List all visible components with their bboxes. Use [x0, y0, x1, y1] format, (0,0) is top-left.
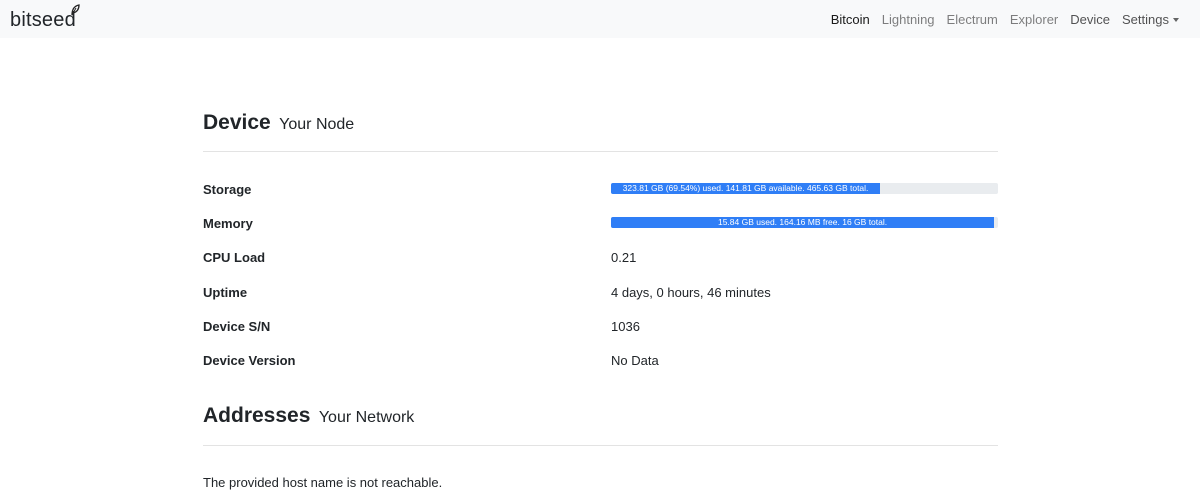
brand-logo[interactable]: bitseed: [10, 4, 80, 31]
storage-progress-bar: 323.81 GB (69.54%) used. 141.81 GB avail…: [611, 183, 881, 194]
brand-name: bitseed: [10, 9, 76, 31]
caret-down-icon: [1173, 17, 1179, 22]
memory-progress-bar: 15.84 GB used. 164.16 MB free. 16 GB tot…: [611, 217, 995, 228]
version-label: Device Version: [203, 353, 296, 368]
serial-row: Device S/N 1036: [203, 317, 998, 337]
settings-label: Settings: [1122, 11, 1169, 27]
addresses-heading: Addresses Your Network: [203, 404, 414, 428]
addresses-subtitle: Your Network: [318, 409, 415, 426]
network-status-message: The provided host name is not reachable.: [203, 475, 443, 490]
nav-item-electrum[interactable]: Electrum: [941, 12, 1004, 27]
nav-item-device[interactable]: Device: [1064, 12, 1116, 27]
addresses-title: Addresses: [203, 404, 311, 427]
uptime-value: 4 days, 0 hours, 46 minutes: [611, 285, 771, 300]
addresses-divider: [203, 445, 998, 446]
storage-progress: 323.81 GB (69.54%) used. 141.81 GB avail…: [611, 183, 998, 194]
nav-item-explorer[interactable]: Explorer: [1004, 12, 1064, 27]
device-heading: Device Your Node: [203, 111, 354, 135]
storage-row: Storage 323.81 GB (69.54%) used. 141.81 …: [203, 180, 998, 200]
device-title: Device: [203, 111, 271, 134]
navbar: bitseed Bitcoin Lightning Electrum Explo…: [0, 0, 1200, 38]
cpu-label: CPU Load: [203, 250, 266, 265]
memory-label: Memory: [203, 216, 253, 231]
leaf-icon: [71, 4, 80, 16]
nav-menu: Bitcoin Lightning Electrum Explorer Devi…: [825, 0, 1185, 38]
memory-progress: 15.84 GB used. 164.16 MB free. 16 GB tot…: [611, 217, 998, 228]
uptime-row: Uptime 4 days, 0 hours, 46 minutes: [203, 283, 998, 303]
nav-item-lightning[interactable]: Lightning: [876, 12, 941, 27]
nav-item-bitcoin[interactable]: Bitcoin: [825, 12, 876, 27]
cpu-row: CPU Load 0.21: [203, 248, 998, 268]
serial-value: 1036: [611, 319, 640, 334]
device-divider: [203, 151, 998, 152]
device-subtitle: Your Node: [279, 116, 355, 133]
cpu-value: 0.21: [611, 250, 637, 265]
version-row: Device Version No Data: [203, 351, 998, 371]
memory-row: Memory 15.84 GB used. 164.16 MB free. 16…: [203, 214, 998, 234]
settings-dropdown[interactable]: Settings: [1116, 12, 1185, 27]
storage-label: Storage: [203, 182, 252, 197]
version-value: No Data: [611, 353, 659, 368]
uptime-label: Uptime: [203, 285, 248, 300]
serial-label: Device S/N: [203, 319, 271, 334]
